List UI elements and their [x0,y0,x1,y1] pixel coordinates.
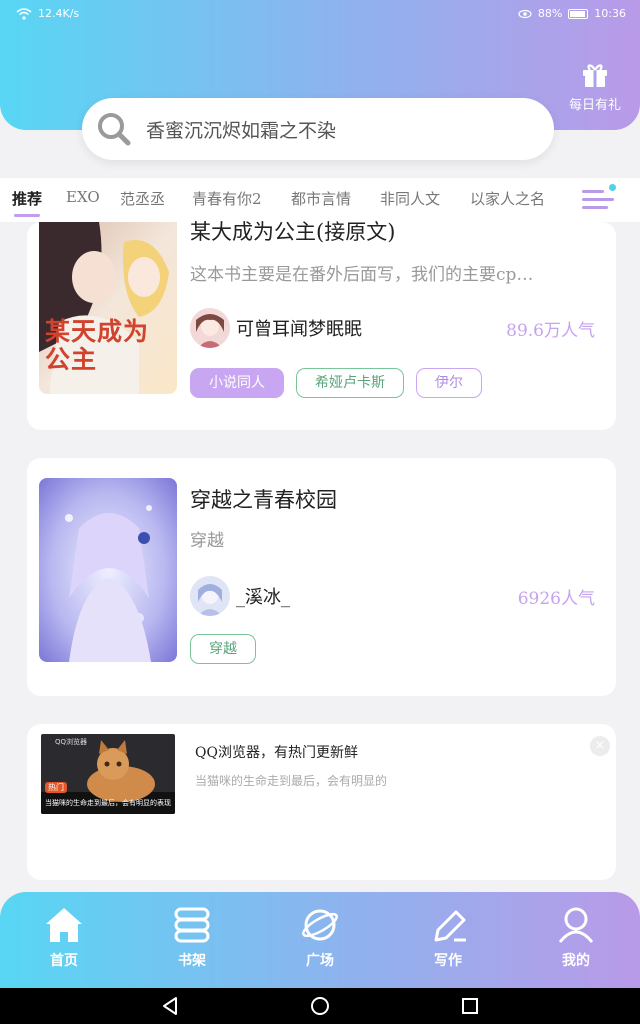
wifi-icon [16,7,32,20]
nav-square[interactable]: 广场 [280,906,360,970]
user-icon [558,907,594,943]
notification-dot [609,184,616,191]
bookshelf-icon [174,907,210,943]
search-bar[interactable]: 香蜜沉沉烬如霜之不染 [82,98,554,160]
nav-bookshelf-label: 书架 [178,953,206,969]
battery-percent: 88% [537,7,563,20]
ad-caption: 当猫咪的生命走到最后，会有明显的表现 [45,799,171,807]
search-query: 香蜜沉沉烬如霜之不染 [146,119,337,142]
author-name: 可曾耳闻梦眠眠 [236,319,362,340]
network-speed: 12.4K/s [38,7,80,20]
clock: 10:36 [594,7,626,20]
planet-icon [302,909,338,941]
tab-exo[interactable]: EXO [66,188,100,206]
tab-recommend[interactable]: 推荐 [12,188,42,217]
tab-non-fanfic[interactable]: 非同人文 [380,188,440,209]
ad-title[interactable]: QQ浏览器，有热门更新鲜 [195,742,358,762]
book-cover[interactable] [39,478,177,662]
ad-image[interactable]: QQ浏览器 热门 当猫咪的生命走到最后，会有明显的表现 [41,734,175,814]
tag-list: 小说同人 希娅卢卡斯 伊尔 [190,368,482,398]
cover-title: 某天成为公主 [45,317,150,374]
home-icon [46,908,82,942]
nav-square-label: 广场 [306,953,334,969]
nav-bookshelf[interactable]: 书架 [152,906,232,970]
nav-home[interactable]: 首页 [24,906,104,970]
book-card[interactable]: 某天成为公主 某大成为公主(接原文) 这本书主要是在番外后面写，我们的主要cp…… [27,220,616,430]
book-title[interactable]: 穿越之青春校园 [190,484,337,514]
book-cover[interactable]: 某天成为公主 [39,222,177,394]
author-row[interactable]: _溪冰_ 6926人气 [190,576,595,616]
gift-label: 每日有礼 [568,98,621,113]
tag-list: 穿越 [190,634,256,664]
book-description: 穿越 [190,531,224,551]
ad-subtitle: 当猫咪的生命走到最后，会有明显的 [195,774,388,788]
ad-hot-badge: 热门 [45,782,67,793]
book-card[interactable]: 穿越之青春校园 穿越 _溪冰_ 6926人气 穿越 [27,458,616,696]
author-name: _溪冰_ [236,587,290,608]
menu-icon[interactable] [582,184,616,214]
author-avatar [190,308,230,348]
book-title[interactable]: 某大成为公主(接原文) [190,216,395,246]
ad-card[interactable]: QQ浏览器 热门 当猫咪的生命走到最后，会有明显的表现 QQ浏览器，有热门更新鲜… [27,724,616,880]
author-avatar [190,576,230,616]
popularity-count: 6926人气 [517,588,595,609]
popularity-count: 89.6万人气 [506,320,595,341]
back-icon[interactable] [160,996,180,1016]
eye-icon [518,9,532,18]
search-icon [98,113,131,146]
nav-home-label: 首页 [50,953,78,969]
nav-write-label: 写作 [434,953,462,969]
bottom-navigation: 首页 书架 广场 写作 我的 [0,892,640,988]
tag-chip[interactable]: 穿越 [190,634,256,664]
battery-icon [568,8,589,19]
book-description: 这本书主要是在番外后面写，我们的主要cp… [190,265,534,285]
tab-fanchengcheng[interactable]: 范丞丞 [120,188,165,209]
tab-in-the-name-of-family[interactable]: 以家人之名 [470,188,545,209]
pencil-icon [434,910,466,942]
nav-profile[interactable]: 我的 [536,906,616,970]
author-row[interactable]: 可曾耳闻梦眠眠 89.6万人气 [190,308,595,348]
recents-icon[interactable] [460,996,480,1016]
nav-write[interactable]: 写作 [408,906,488,970]
home-circle-icon[interactable] [310,996,330,1016]
tab-urban-romance[interactable]: 都市言情 [291,188,351,209]
tag-chip[interactable]: 伊尔 [416,368,482,398]
close-icon[interactable]: × [590,736,610,756]
nav-profile-label: 我的 [562,953,590,969]
daily-gift-button[interactable]: 每日有礼 [560,62,630,113]
tag-chip[interactable]: 希娅卢卡斯 [296,368,404,398]
system-navigation-bar [0,988,640,1024]
tab-youth-with-you-2[interactable]: 青春有你2 [192,188,262,209]
status-bar: 12.4K/s 88% 10:36 [0,0,640,28]
gift-icon [583,64,607,87]
ad-brand: QQ浏览器 [55,738,88,746]
tag-chip[interactable]: 小说同人 [190,368,284,398]
